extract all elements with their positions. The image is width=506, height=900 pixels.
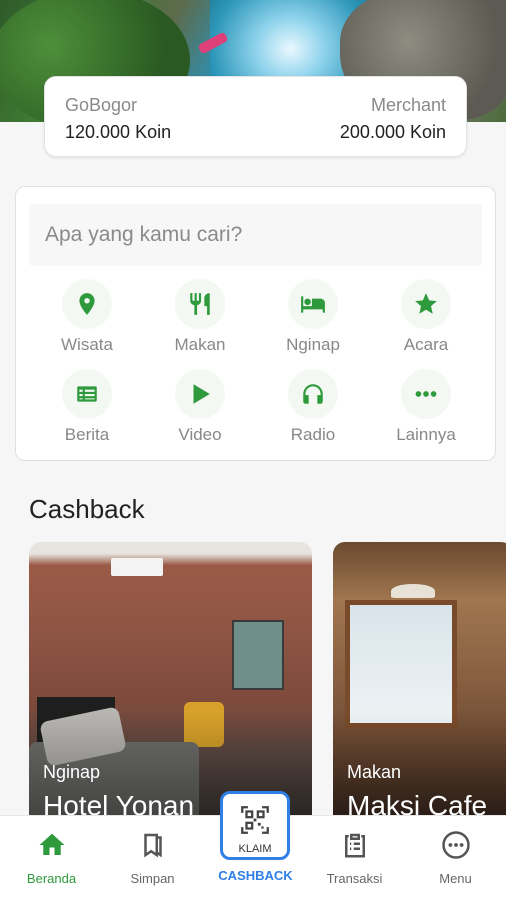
home-icon (39, 833, 64, 855)
klaim-button[interactable]: KLAIM (220, 791, 290, 860)
category-card: Wisata Makan Nginap Acara Berita (15, 186, 496, 461)
more-dots-icon (401, 369, 451, 419)
cashback-section-title: Cashback (29, 494, 145, 524)
category-label: Wisata (61, 335, 113, 354)
category-video[interactable]: Video (144, 369, 256, 446)
nav-menu[interactable]: Menu (405, 830, 506, 886)
nav-label: Transaksi (326, 871, 383, 886)
nav-label: Simpan (130, 871, 175, 886)
category-wisata[interactable]: Wisata (31, 279, 143, 356)
gobogor-points: GoBogor 120.000 Koin (65, 94, 171, 144)
category-lainnya[interactable]: Lainnya (370, 369, 482, 446)
klaim-label: KLAIM (238, 843, 272, 855)
category-label: Nginap (286, 335, 340, 354)
category-nginap[interactable]: Nginap (257, 279, 369, 356)
gobogor-points-value: 120.000 Koin (65, 122, 172, 142)
points-card[interactable]: GoBogor 120.000 Koin Merchant 200.000 Ko… (44, 76, 467, 157)
merchant-points: Merchant 200.000 Koin (340, 94, 446, 144)
category-label: Makan (174, 335, 226, 354)
play-icon (175, 369, 225, 419)
search-input[interactable] (45, 223, 482, 247)
bookmarks-icon (143, 833, 162, 858)
category-label: Video (178, 425, 222, 444)
category-label: Berita (64, 425, 110, 444)
nav-simpan[interactable]: Simpan (102, 830, 203, 886)
card-image-detail (391, 584, 435, 598)
location-pin-icon (62, 279, 112, 329)
clipboard-icon (344, 833, 365, 858)
nav-beranda[interactable]: Beranda (1, 830, 102, 886)
card-image-detail (111, 558, 163, 576)
utensils-icon (175, 279, 225, 329)
category-radio[interactable]: Radio (257, 369, 369, 446)
merchant-points-value: 200.000 Koin (339, 122, 446, 142)
nav-label: Menu (439, 871, 472, 886)
cashback-card-cafe[interactable]: Makan Maksi Cafe (333, 542, 506, 832)
category-label: Lainnya (396, 425, 456, 444)
gobogor-points-label: GoBogor (65, 95, 138, 115)
category-makan[interactable]: Makan (144, 279, 256, 356)
headphones-icon (288, 369, 338, 419)
category-label: Acara (403, 335, 449, 354)
more-circle-icon (441, 831, 470, 859)
category-acara[interactable]: Acara (370, 279, 482, 356)
newspaper-icon (62, 369, 112, 419)
nav-label: Beranda (26, 871, 77, 886)
category-berita[interactable]: Berita (31, 369, 143, 446)
card-image-detail (345, 600, 457, 728)
card-category: Nginap (43, 762, 101, 782)
nav-transaksi[interactable]: Transaksi (304, 830, 405, 886)
search-bar[interactable] (29, 204, 482, 266)
category-label: Radio (290, 425, 336, 444)
card-image-detail (232, 620, 284, 690)
merchant-points-label: Merchant (370, 95, 446, 115)
star-icon (401, 279, 451, 329)
cashback-card-hotel[interactable]: Nginap Hotel Yonan (29, 542, 312, 832)
bed-icon (288, 279, 338, 329)
nav-cashback-label[interactable]: CASHBACK (205, 868, 306, 883)
qr-code-icon (241, 806, 269, 834)
card-category: Makan (347, 762, 402, 782)
